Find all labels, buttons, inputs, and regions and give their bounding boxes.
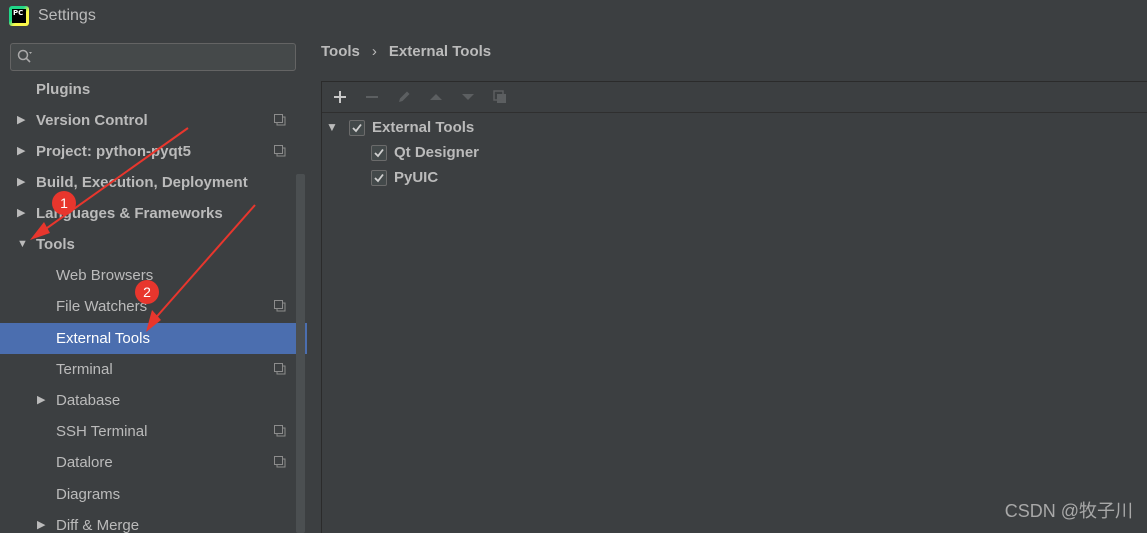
sidebar-item-plugins[interactable]: Plugins <box>0 74 307 105</box>
chevron-right-icon[interactable]: ▶ <box>17 136 29 167</box>
sidebar-item-label: Project: python-pyqt5 <box>36 143 192 160</box>
sidebar-item-version-control[interactable]: ▶ Version Control <box>0 105 307 136</box>
title-bar: PC Settings <box>0 0 1147 34</box>
sidebar-item-label: Diagrams <box>56 486 121 503</box>
chevron-right-icon[interactable]: ▶ <box>17 167 29 198</box>
annotation-badge-1: 1 <box>52 191 76 215</box>
sidebar-item-build[interactable]: ▶ Build, Execution, Deployment <box>0 167 307 198</box>
edit-icon[interactable] <box>396 89 412 105</box>
project-copy-icon <box>274 114 286 126</box>
checkmark-icon <box>352 123 362 133</box>
sidebar-item-diff-merge[interactable]: ▶ Diff & Merge <box>0 510 307 533</box>
tree-item-qt-designer[interactable]: Qt Designer <box>371 140 671 165</box>
breadcrumb: Tools › External Tools <box>321 43 491 60</box>
move-up-icon[interactable] <box>428 89 444 105</box>
sidebar-item-terminal[interactable]: Terminal <box>0 354 307 385</box>
chevron-right-icon[interactable]: ▶ <box>17 105 29 136</box>
checkbox-qt-designer[interactable] <box>371 145 387 161</box>
external-tools-toolbar <box>322 82 1147 113</box>
minus-icon[interactable] <box>364 89 380 105</box>
chevron-right-icon[interactable]: ▶ <box>37 510 49 533</box>
tree-item-label: PyUIC <box>394 169 439 186</box>
plus-icon[interactable] <box>332 89 348 105</box>
external-tools-tree: ▼ External Tools Qt Designer PyUIC <box>322 113 1147 533</box>
tree-group-label: External Tools <box>372 119 475 136</box>
sidebar-item-datalore[interactable]: Datalore <box>0 447 307 478</box>
sidebar-item-label: Plugins <box>36 81 91 98</box>
checkbox-external-tools[interactable] <box>349 120 365 136</box>
checkbox-pyuic[interactable] <box>371 170 387 186</box>
sidebar-item-tools[interactable]: ▼ Tools <box>0 229 307 260</box>
sidebar-item-project[interactable]: ▶ Project: python-pyqt5 <box>0 136 307 167</box>
chevron-right-icon[interactable]: ▶ <box>17 198 29 229</box>
tree-group-external-tools[interactable]: ▼ External Tools <box>326 115 626 140</box>
annotation-badge-2: 2 <box>135 280 159 304</box>
project-copy-icon <box>274 456 286 468</box>
move-down-icon[interactable] <box>460 89 476 105</box>
sidebar-item-label: Tools <box>36 236 75 253</box>
sidebar-item-diagrams[interactable]: Diagrams <box>0 479 307 510</box>
checkmark-icon <box>374 148 384 158</box>
app-logo-text: PC <box>12 9 26 23</box>
settings-main-panel: Tools › External Tools ▼ External Tools … <box>307 34 1147 533</box>
sidebar-item-label: External Tools <box>56 330 150 347</box>
sidebar-item-external-tools[interactable]: External Tools <box>0 323 307 354</box>
sidebar-scrollbar[interactable] <box>296 174 305 533</box>
search-icon[interactable] <box>17 49 33 65</box>
sidebar-item-label: Diff & Merge <box>56 517 140 533</box>
tree-item-pyuic[interactable]: PyUIC <box>371 165 671 190</box>
chevron-down-icon[interactable]: ▼ <box>17 229 29 260</box>
breadcrumb-separator: › <box>371 43 377 60</box>
sidebar-item-label: Datalore <box>56 454 113 471</box>
project-copy-icon <box>274 300 286 312</box>
sidebar-item-database[interactable]: ▶ Database <box>0 385 307 416</box>
project-copy-icon <box>274 425 286 437</box>
search-input[interactable] <box>45 47 289 69</box>
sidebar-item-languages[interactable]: ▶ Languages & Frameworks <box>0 198 307 229</box>
project-copy-icon <box>274 363 286 375</box>
sidebar-item-label: Version Control <box>36 112 148 129</box>
checkmark-icon <box>374 173 384 183</box>
sidebar-item-label: SSH Terminal <box>56 423 148 440</box>
sidebar-item-label: Database <box>56 392 121 409</box>
copy-icon[interactable] <box>492 89 508 105</box>
breadcrumb-item-tools[interactable]: Tools <box>321 43 360 60</box>
external-tools-panel: ▼ External Tools Qt Designer PyUIC <box>321 81 1147 533</box>
sidebar-item-label: File Watchers <box>56 298 148 315</box>
window-title: Settings <box>38 7 96 24</box>
pycharm-logo-icon: PC <box>9 6 29 26</box>
sidebar-item-ssh-terminal[interactable]: SSH Terminal <box>0 416 307 447</box>
breadcrumb-item-external-tools: External Tools <box>388 43 492 60</box>
chevron-down-icon[interactable]: ▼ <box>326 115 338 140</box>
chevron-right-icon[interactable]: ▶ <box>37 385 49 416</box>
watermark: CSDN @牧子川 <box>1004 501 1133 521</box>
search-box[interactable] <box>10 43 296 71</box>
project-copy-icon <box>274 145 286 157</box>
tree-item-label: Qt Designer <box>394 144 480 161</box>
sidebar-item-label: Terminal <box>56 361 113 378</box>
